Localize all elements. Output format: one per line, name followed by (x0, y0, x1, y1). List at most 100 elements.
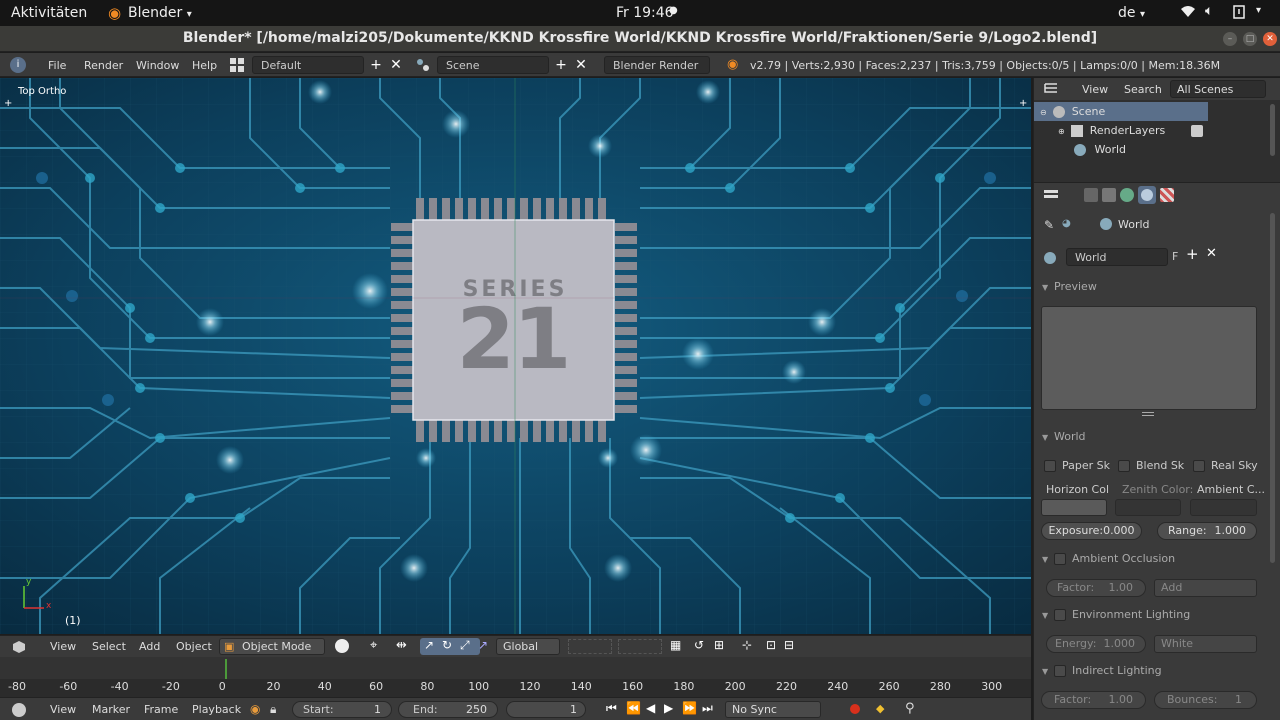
menu-window[interactable]: Window (136, 59, 179, 72)
timeline[interactable]: -80 -60 -40 -20 0 20 40 60 80 100 120 140 160 180 200 2… (0, 657, 1031, 697)
add-scene-button[interactable]: + (551, 55, 571, 75)
layer-lock-icon[interactable]: ▦ (670, 638, 681, 652)
manipulator-scale-icon[interactable]: ⤢ (460, 638, 470, 653)
pivot-point-icon[interactable]: ⌖ (370, 638, 377, 653)
snap-target-icon[interactable]: ⊹ (742, 638, 752, 652)
transform-orientation-select[interactable]: Global (496, 638, 560, 655)
jump-start-icon[interactable]: ⏮ (606, 701, 617, 716)
clock-editor-icon[interactable] (12, 703, 26, 717)
outliner-item-scene[interactable]: ⊖ Scene (1034, 102, 1208, 121)
indirect-lighting-enable-checkbox[interactable] (1054, 665, 1066, 677)
3d-viewport[interactable]: SERIES 21 y x + + Top Ortho (1) (0, 78, 1031, 634)
render-layers-tab-icon[interactable] (1102, 188, 1116, 202)
paper-sky-checkbox[interactable]: Paper Sk (1044, 459, 1110, 472)
close-button[interactable]: ✕ (1263, 32, 1277, 46)
current-frame-field[interactable]: 1 (506, 701, 586, 718)
add-menu[interactable]: Add (139, 640, 160, 653)
ao-blend-mode-select[interactable]: Add (1154, 579, 1257, 597)
jump-keyframe-back-icon[interactable]: ⏪ (626, 701, 641, 715)
zenith-color-swatch[interactable] (1115, 499, 1181, 516)
jump-keyframe-forward-icon[interactable]: ⏩ (682, 701, 697, 715)
outliner-item-renderlayers[interactable]: ⊕ RenderLayers (1058, 121, 1203, 140)
editor-type-icon[interactable] (12, 640, 26, 654)
indirect-lighting-panel-header[interactable]: ▼ Indirect Lighting (1042, 664, 1162, 677)
render-tab-icon[interactable] (1084, 188, 1098, 202)
world-tab-icon[interactable] (1138, 186, 1156, 204)
preview-resize-handle[interactable] (1142, 412, 1154, 416)
add-layout-button[interactable]: + (366, 55, 386, 75)
screen-layout-icon[interactable] (230, 58, 244, 72)
outliner-editor-icon[interactable] (1044, 82, 1058, 96)
snap-element-icon[interactable]: ⊞ (714, 638, 724, 652)
env-lighting-enable-checkbox[interactable] (1054, 609, 1066, 621)
clock[interactable]: Fr 19:46 (616, 5, 674, 21)
scene-icon[interactable] (416, 58, 430, 75)
exposure-field[interactable]: Exposure:0.000 (1041, 522, 1142, 540)
object-mode-select[interactable]: Object Mode (219, 638, 325, 655)
layer-buttons-a[interactable] (568, 639, 612, 654)
real-sky-checkbox[interactable]: Real Sky (1193, 459, 1258, 472)
view-menu[interactable]: View (50, 640, 76, 653)
ambient-color-swatch[interactable] (1190, 499, 1257, 516)
range-field[interactable]: Range: 1.000 (1157, 522, 1257, 540)
sync-mode-select[interactable]: No Sync (725, 701, 821, 718)
env-energy-field[interactable]: Energy: 1.000 (1046, 635, 1146, 653)
end-frame-field[interactable]: End: 250 (398, 701, 498, 718)
select-menu[interactable]: Select (92, 640, 126, 653)
scene-tab-icon[interactable] (1120, 188, 1134, 202)
wifi-icon[interactable] (1180, 4, 1196, 22)
menu-render[interactable]: Render (84, 59, 123, 72)
keying-icon[interactable]: ◉ (250, 702, 260, 716)
ao-panel-header[interactable]: ▼ Ambient Occlusion (1042, 552, 1175, 565)
object-menu[interactable]: Object (176, 640, 212, 653)
transform-widget-icon[interactable]: ⇹ (396, 638, 407, 653)
proportional-edit-icon[interactable]: ↺ (694, 638, 704, 652)
lock-icon[interactable]: 🔒︎ (270, 702, 276, 717)
language-indicator[interactable]: de ▾ (1118, 5, 1145, 21)
manipulator-rotate-icon[interactable]: ↻ (442, 638, 452, 652)
render-anim-icon[interactable]: ⊟ (784, 638, 794, 652)
pin-icon[interactable]: ✎ (1044, 218, 1054, 232)
manipulator-extra-icon[interactable]: ↗ (478, 638, 488, 652)
info-editor-icon[interactable]: i (10, 57, 26, 73)
env-color-select[interactable]: White (1154, 635, 1257, 653)
expand-icon[interactable]: ⊕ (1058, 127, 1065, 136)
marker-menu[interactable]: Marker (92, 703, 130, 716)
keyframe-icon[interactable]: ◆ (876, 702, 884, 715)
keying-set-icon[interactable]: ⚲ (905, 701, 915, 716)
blend-sky-checkbox[interactable]: Blend Sk (1118, 459, 1184, 472)
caret-down-icon[interactable]: ▾ (1256, 5, 1261, 16)
playback-menu[interactable]: Playback (192, 703, 241, 716)
world-datablock-icon[interactable] (1044, 252, 1056, 264)
texture-tab-icon[interactable] (1160, 188, 1174, 202)
current-frame-cursor[interactable] (225, 659, 227, 679)
world-name-field[interactable]: World (1066, 248, 1168, 266)
expand-icon[interactable]: ⊖ (1040, 108, 1047, 117)
delete-layout-button[interactable]: ✕ (386, 55, 406, 75)
jump-end-icon[interactable]: ⏭ (702, 701, 713, 716)
indirect-bounces-field[interactable]: Bounces: 1 (1154, 691, 1257, 709)
properties-scrollbar[interactable] (1270, 213, 1275, 563)
ao-enable-checkbox[interactable] (1054, 553, 1066, 565)
scene-field[interactable]: Scene (437, 56, 549, 74)
render-engine-select[interactable]: Blender Render (604, 56, 710, 74)
properties-editor-icon[interactable] (1044, 190, 1058, 202)
new-world-button[interactable]: + (1186, 245, 1199, 263)
corner-plus-icon[interactable]: + (1019, 98, 1027, 109)
ao-factor-field[interactable]: Factor: 1.00 (1046, 579, 1146, 597)
corner-plus-icon[interactable]: + (4, 98, 12, 109)
play-reverse-icon[interactable]: ◀ (646, 701, 655, 715)
outliner-view-menu[interactable]: View (1082, 83, 1108, 96)
menu-help[interactable]: Help (192, 59, 217, 72)
world-panel-header[interactable]: ▼ World (1042, 430, 1086, 443)
record-icon[interactable] (850, 704, 860, 714)
power-icon[interactable] (1232, 4, 1248, 24)
outliner[interactable]: View Search All Scenes ⊖ Scene ⊕ RenderL… (1033, 78, 1280, 182)
layer-buttons-b[interactable] (618, 639, 662, 654)
indirect-factor-field[interactable]: Factor: 1.00 (1041, 691, 1146, 709)
unlink-world-button[interactable]: ✕ (1206, 246, 1217, 261)
maximize-button[interactable]: □ (1243, 32, 1257, 46)
app-menu-button[interactable]: Blender ▾ (128, 5, 192, 21)
frame-menu[interactable]: Frame (144, 703, 178, 716)
outliner-item-world[interactable]: World (1074, 140, 1126, 159)
